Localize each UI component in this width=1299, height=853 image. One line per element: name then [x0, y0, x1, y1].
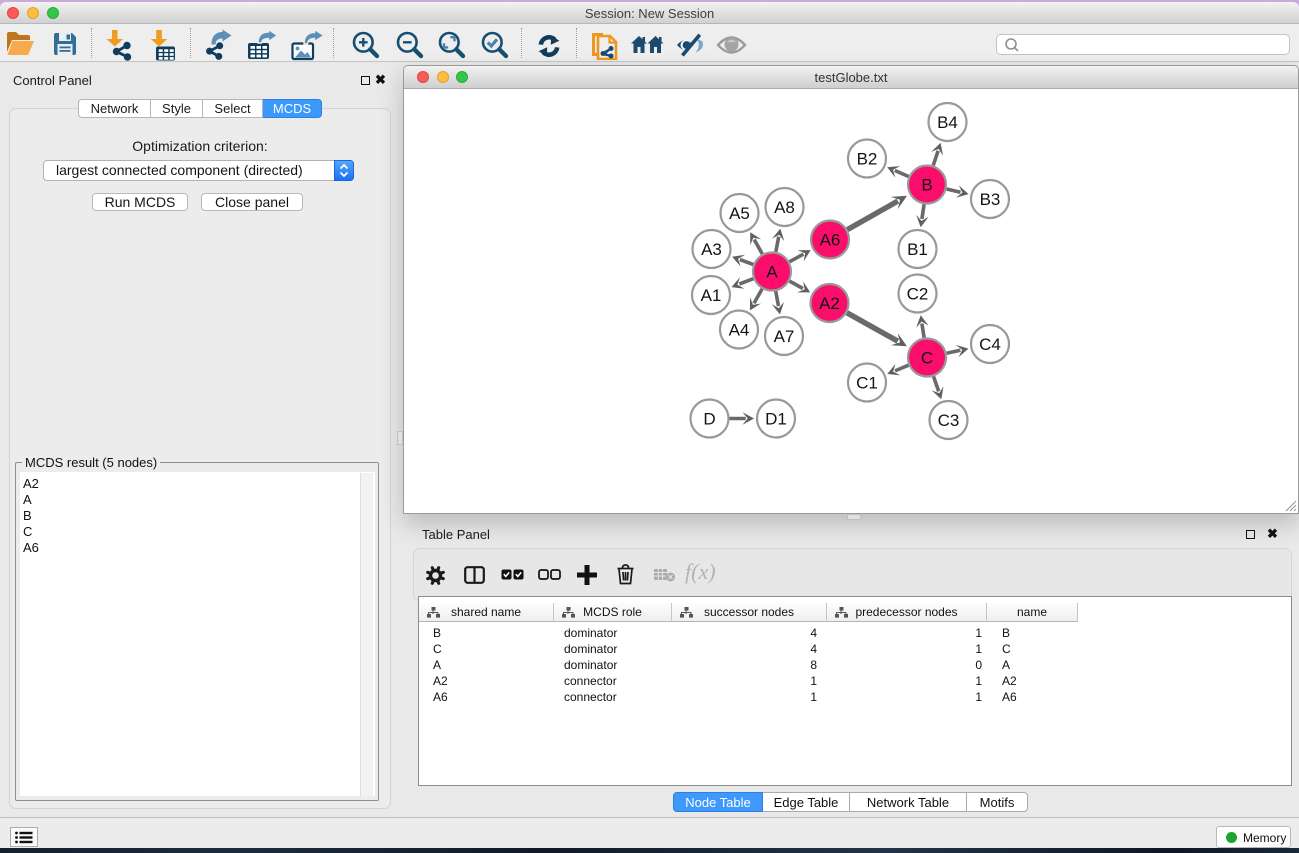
svg-text:D1: D1: [765, 410, 787, 429]
svg-text:B1: B1: [907, 240, 928, 259]
svg-text:A1: A1: [701, 286, 722, 305]
svg-text:B2: B2: [857, 150, 878, 169]
svg-text:A8: A8: [774, 198, 795, 217]
svg-text:A6: A6: [820, 231, 841, 250]
svg-text:C3: C3: [938, 411, 960, 430]
svg-text:B: B: [921, 176, 932, 195]
svg-text:C4: C4: [979, 335, 1001, 354]
svg-text:A: A: [766, 263, 778, 282]
svg-text:A2: A2: [819, 294, 840, 313]
svg-text:A7: A7: [774, 327, 795, 346]
svg-text:D: D: [703, 410, 715, 429]
svg-text:B4: B4: [937, 113, 958, 132]
svg-text:B3: B3: [980, 190, 1001, 209]
svg-text:A4: A4: [729, 321, 750, 340]
svg-text:C2: C2: [907, 285, 929, 304]
svg-text:A3: A3: [701, 240, 722, 259]
svg-text:C1: C1: [856, 374, 878, 393]
svg-text:A5: A5: [729, 204, 750, 223]
svg-text:C: C: [921, 349, 933, 368]
